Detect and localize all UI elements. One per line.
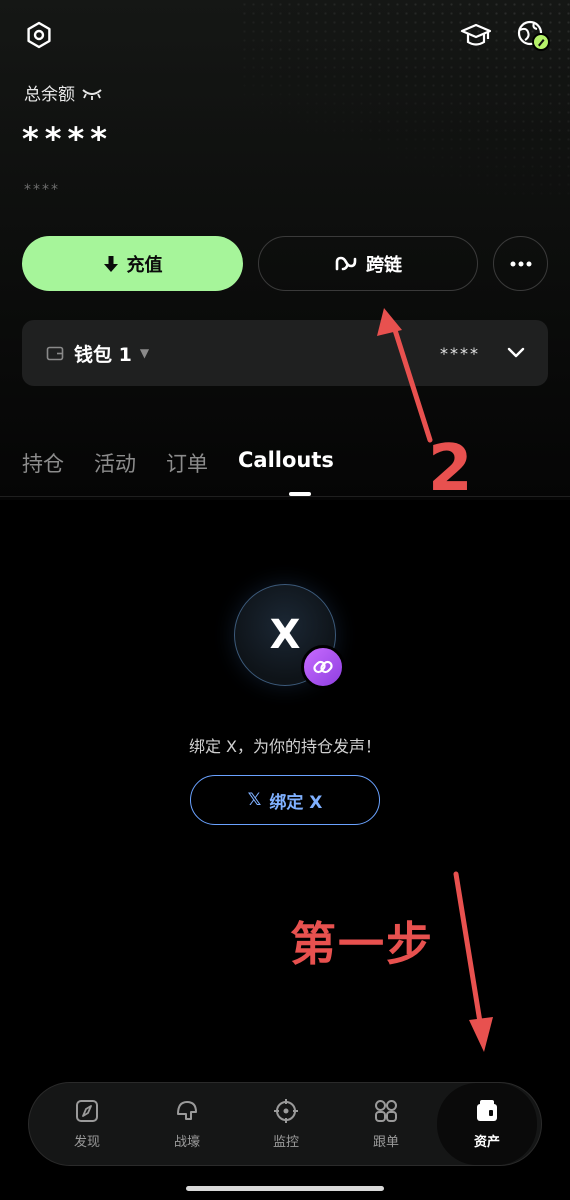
- annotation-number-2: 2: [428, 432, 473, 506]
- nav-copy-trade-label: 跟单: [372, 1135, 399, 1150]
- wallet-icon: [477, 1100, 497, 1121]
- crosshair-icon: [274, 1099, 298, 1123]
- nav-trenches-label: 战壕: [173, 1135, 200, 1150]
- annotation-step-one: 第一步: [290, 917, 434, 971]
- bottom-nav: 发现 战壕 监控 跟单 资产: [28, 1082, 542, 1166]
- compass-icon: [76, 1100, 98, 1122]
- nav-discover-label: 发现: [73, 1135, 100, 1150]
- nav-trenches[interactable]: 战壕: [137, 1083, 237, 1165]
- nav-discover[interactable]: 发现: [37, 1083, 137, 1165]
- helmet-icon: [177, 1101, 197, 1120]
- nav-monitor[interactable]: 监控: [236, 1083, 336, 1165]
- nav-copy-trade[interactable]: 跟单: [336, 1083, 436, 1165]
- nav-monitor-label: 监控: [272, 1135, 299, 1150]
- home-indicator: [186, 1186, 384, 1191]
- nav-assets-label: 资产: [473, 1135, 500, 1150]
- nav-assets[interactable]: 资产: [437, 1083, 537, 1165]
- annotation-arrows: [377, 308, 493, 1052]
- grid-circles-icon: [375, 1100, 397, 1122]
